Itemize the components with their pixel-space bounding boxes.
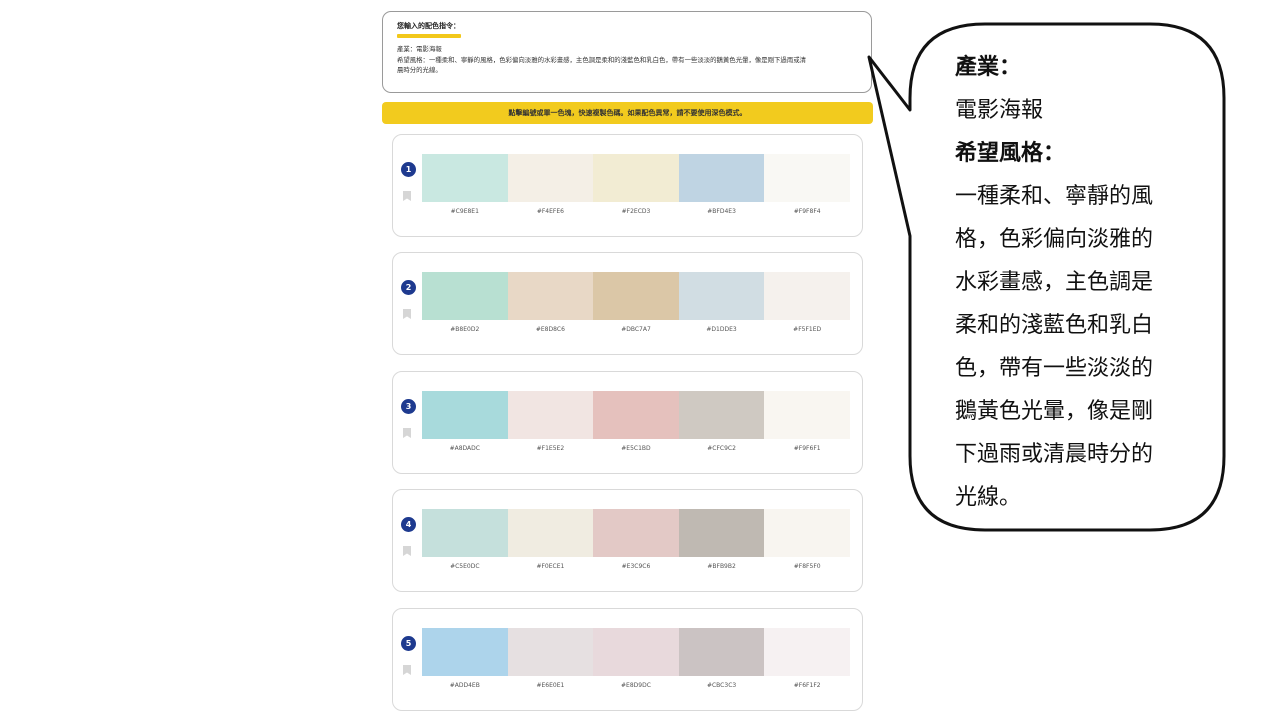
callout-style-line: 一種柔和、寧靜的風 bbox=[955, 184, 1154, 209]
callout-style-line: 鵝黃色光暈，像是剛 bbox=[955, 399, 1154, 424]
callout-style-line: 柔和的淺藍色和乳白 bbox=[955, 313, 1154, 338]
callout-text: 產業： 電影海報 希望風格： 一種柔和、寧靜的風 格，色彩偏向淡雅的 水彩畫感，… bbox=[955, 46, 1195, 519]
callout-style-line: 水彩畫感，主色調是 bbox=[955, 270, 1154, 295]
callout-style-line: 下過雨或清晨時分的 bbox=[955, 442, 1154, 467]
callout-industry-value: 電影海報 bbox=[955, 98, 1044, 123]
callout-industry-label: 產業： bbox=[955, 55, 1022, 80]
callout-style-line: 光線。 bbox=[955, 485, 1022, 510]
callout-style-label: 希望風格： bbox=[955, 141, 1066, 166]
callout-style-line: 格，色彩偏向淡雅的 bbox=[955, 227, 1154, 252]
callout-style-line: 色，帶有一些淡淡的 bbox=[955, 356, 1154, 381]
